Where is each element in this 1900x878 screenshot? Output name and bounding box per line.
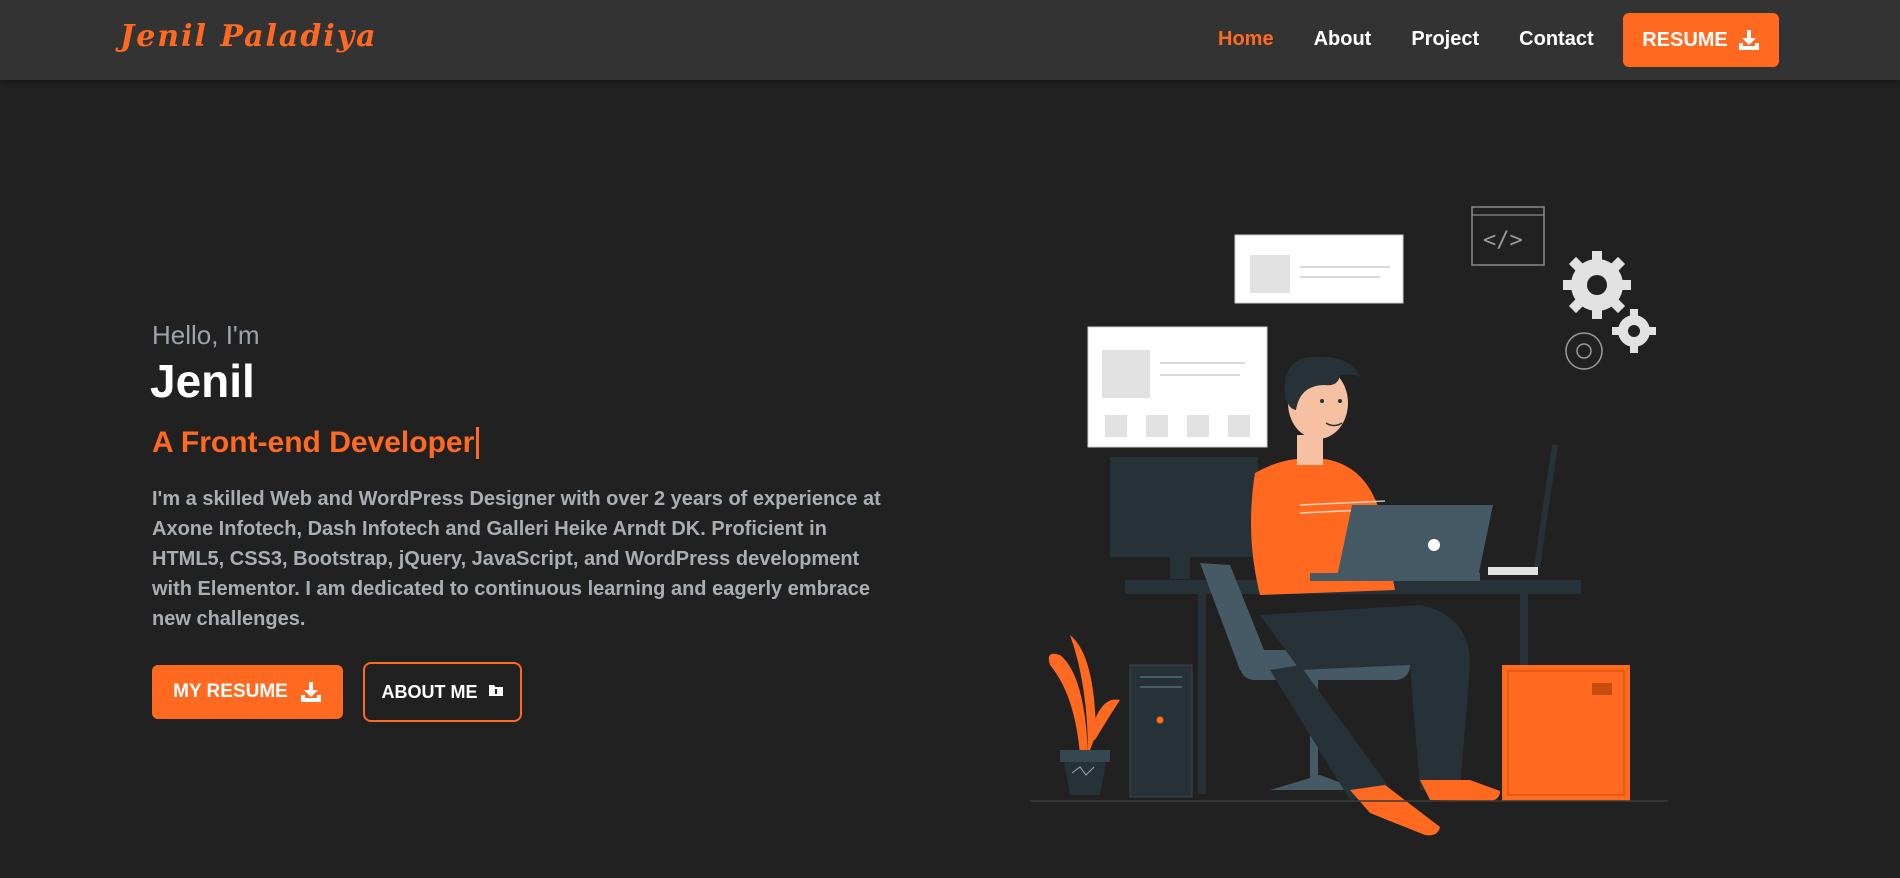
plant [1048,635,1120,795]
floating-window-top [1234,234,1404,304]
gear-outline-icon [1565,332,1603,370]
hero-role-text: A Front-end Developer [152,426,475,459]
nav-link-project[interactable]: Project [1411,28,1479,51]
svg-text:</>: </> [1483,228,1523,253]
about-me-button[interactable]: ABOUT ME [363,662,522,722]
resume-button-label: RESUME [1642,28,1728,51]
nav-menu: Home About Project Contact [1218,28,1594,51]
developer-illustration: </> [1030,206,1668,836]
navbar: Jenil Paladiya Home About Project Contac… [0,0,1900,80]
download-icon [1738,29,1760,51]
developer-figure [1251,356,1500,836]
hero-description: I'm a skilled Web and WordPress Designer… [152,488,881,630]
desktop-monitor [1110,457,1258,579]
hero-role: A Front-end Developer [152,426,480,460]
gear-icon [1612,309,1656,353]
code-window-icon: </> [1471,206,1545,266]
hero-greeting: Hello, I'm [152,320,260,350]
hero-name: Jenil [150,355,255,407]
brand-logo[interactable]: Jenil Paladiya [120,19,378,54]
storage-cabinet [1502,665,1630,801]
gear-icon [1563,251,1631,319]
resume-button[interactable]: RESUME [1623,13,1779,67]
nav-link-contact[interactable]: Contact [1519,28,1593,51]
side-monitor [1488,445,1558,575]
my-resume-button[interactable]: MY RESUME [152,665,343,719]
floating-window-left [1087,326,1268,448]
download-icon [300,681,322,703]
nav-link-about[interactable]: About [1314,28,1372,51]
my-resume-button-label: MY RESUME [173,681,288,702]
about-me-button-label: ABOUT ME [381,681,478,702]
folder-icon [488,682,504,703]
typing-cursor [476,427,480,459]
pc-tower [1129,664,1193,798]
nav-link-home[interactable]: Home [1218,28,1274,51]
